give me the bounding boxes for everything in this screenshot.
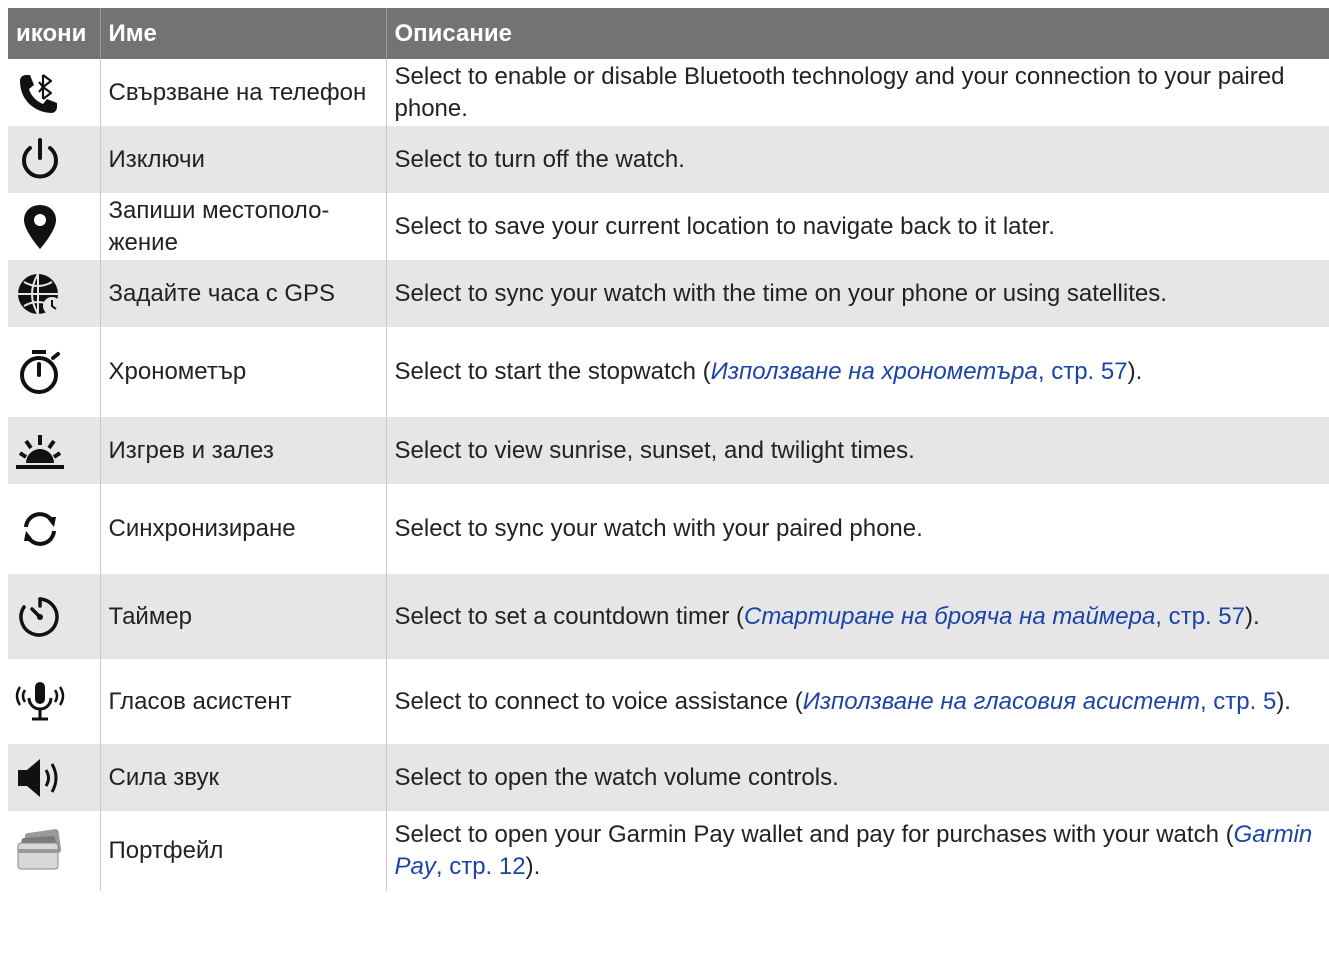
wallet-icon (14, 827, 66, 875)
row-description: Select to connect to voice assistance (И… (394, 687, 1291, 715)
row-name: Сила звук (100, 744, 387, 811)
row-description: Select to open your Garmin Pay wallet an… (394, 821, 1313, 880)
table-row: Таймер Select to set a countdown timer (… (8, 574, 1329, 659)
row-name: Изгрев и залез (100, 417, 387, 484)
sunrise-icon (14, 427, 66, 475)
garmin-pay-page-link[interactable]: , стр. 12 (436, 853, 526, 880)
row-name: Хронометър (100, 327, 387, 417)
row-description: Select to enable or disable Bluetooth te… (394, 62, 1285, 122)
voice-assistant-page-link[interactable]: , стр. 5 (1200, 688, 1276, 715)
voice-assistant-link[interactable]: Използване на гласовия асистент (803, 688, 1200, 715)
row-name: Запиши местополо-жение (100, 193, 387, 260)
table-row: Портфейл Select to open your Garmin Pay … (8, 811, 1329, 891)
row-name: Таймер (100, 574, 387, 659)
header-description: Описание (386, 8, 1329, 59)
globe-gps-icon (14, 270, 66, 318)
row-name: Гласов асистент (100, 659, 387, 744)
stopwatch-link[interactable]: Използване на хронометъра (711, 358, 1038, 385)
timer-icon (14, 593, 66, 641)
power-icon (14, 136, 66, 184)
row-name: Задайте часа с GPS (100, 260, 387, 327)
location-pin-icon (14, 203, 66, 251)
stopwatch-page-link[interactable]: , стр. 57 (1038, 358, 1128, 385)
row-description: Select to start the stopwatch (Използван… (394, 358, 1143, 385)
row-description: Select to turn off the watch. (386, 126, 1329, 193)
table-row: Хронометър Select to start the stopwatch… (8, 327, 1329, 417)
row-description: Select to set a countdown timer (Стартир… (386, 574, 1329, 659)
table-row: Изгрев и залез Select to view sunrise, s… (8, 417, 1329, 484)
row-name: Свързване на телефон (100, 59, 387, 126)
timer-link[interactable]: Стартиране на брояча на таймера (744, 603, 1155, 630)
timer-page-link[interactable]: , стр. 57 (1155, 603, 1245, 630)
row-name: Синхронизиране (100, 484, 387, 574)
table-row: Задайте часа с GPS Select to sync your w… (8, 260, 1329, 327)
row-name: Изключи (100, 126, 387, 193)
table-row: Запиши местополо-жение Select to save yo… (8, 193, 1329, 260)
row-description: Select to open the watch volume controls… (386, 744, 1329, 811)
phone-bluetooth-icon (14, 69, 66, 117)
volume-icon (14, 754, 66, 802)
table-row: Гласов асистент Select to connect to voi… (8, 659, 1329, 744)
voice-assistant-icon (14, 678, 66, 726)
row-description: Select to save your current location to … (394, 212, 1055, 240)
row-description: Select to view sunrise, sunset, and twil… (386, 417, 1329, 484)
header-name: Име (100, 8, 387, 59)
table-row: Синхронизиране Select to sync your watch… (8, 484, 1329, 574)
row-name: Портфейл (100, 811, 387, 891)
table-row: Изключи Select to turn off the watch. (8, 126, 1329, 193)
table-header-row: икони Име Описание (8, 8, 1329, 59)
stopwatch-icon (14, 348, 66, 396)
header-icons: икони (8, 8, 101, 59)
row-description: Select to sync your watch with the time … (386, 260, 1329, 327)
sync-icon (14, 505, 66, 553)
table-row: Свързване на телефон Select to enable or… (8, 59, 1329, 126)
controls-table: икони Име Описание Свързване на телефон … (8, 8, 1329, 891)
row-description: Select to sync your watch with your pair… (394, 515, 923, 542)
table-row: Сила звук Select to open the watch volum… (8, 744, 1329, 811)
